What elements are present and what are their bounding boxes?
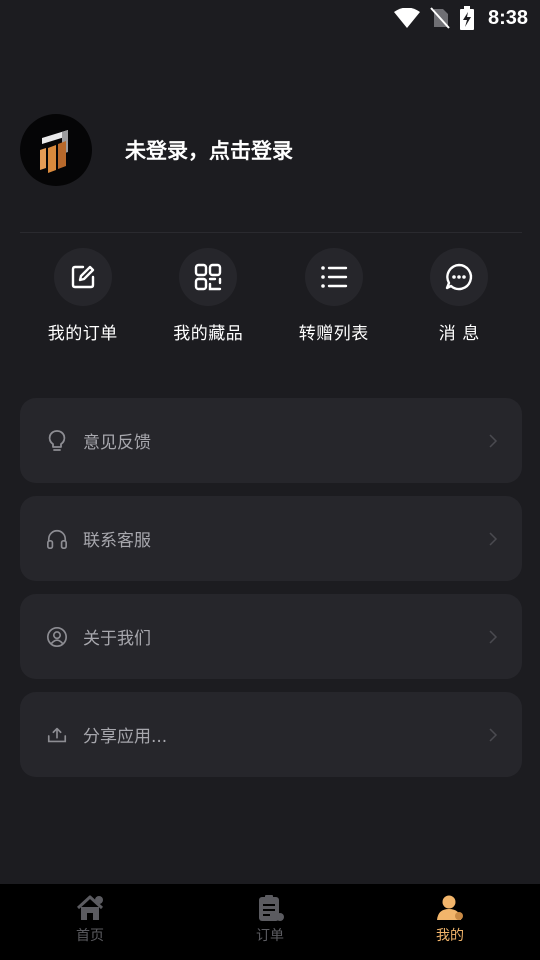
- my-collection-label: 我的藏品: [173, 324, 244, 344]
- quick-actions: 我的订单 我的藏品 转赠列表 消 息: [20, 248, 522, 344]
- feedback-item[interactable]: 意见反馈: [20, 398, 522, 483]
- chevron-right-icon: [488, 531, 498, 547]
- home-icon: [76, 895, 104, 920]
- login-prompt[interactable]: 未登录，点击登录: [125, 135, 293, 165]
- tab-orders[interactable]: 订单: [180, 884, 360, 960]
- list-icon: [304, 248, 363, 306]
- transfer-list-label: 转赠列表: [298, 324, 369, 344]
- my-collection-button[interactable]: 我的藏品: [146, 248, 272, 344]
- no-sim-icon: [430, 7, 450, 29]
- messages-button[interactable]: 消 息: [397, 248, 523, 344]
- tab-home-label: 首页: [76, 928, 104, 944]
- my-orders-label: 我的订单: [47, 324, 118, 344]
- about-us-label: 关于我们: [83, 629, 151, 649]
- tab-mine[interactable]: 我的: [360, 884, 540, 960]
- tab-orders-label: 订单: [256, 928, 284, 944]
- clipboard-icon: [259, 895, 284, 921]
- settings-menu: 意见反馈 联系客服 关于我们 分享应用...: [20, 398, 522, 790]
- battery-charging-icon: [459, 6, 474, 30]
- headphones-icon: [46, 528, 68, 550]
- share-app-label: 分享应用...: [83, 727, 168, 747]
- edit-icon: [53, 248, 112, 306]
- my-orders-button[interactable]: 我的订单: [20, 248, 146, 344]
- divider: [20, 232, 522, 233]
- status-bar: 8:38: [0, 0, 540, 36]
- grid-icon: [179, 248, 238, 306]
- contact-support-label: 联系客服: [83, 531, 151, 551]
- avatar[interactable]: [20, 114, 92, 186]
- contact-support-item[interactable]: 联系客服: [20, 496, 522, 581]
- tab-home[interactable]: 首页: [0, 884, 180, 960]
- tab-mine-label: 我的: [436, 928, 464, 944]
- chevron-right-icon: [488, 727, 498, 743]
- lightbulb-icon: [46, 429, 68, 452]
- chevron-right-icon: [488, 629, 498, 645]
- messages-label: 消 息: [438, 324, 480, 344]
- person-icon: [437, 895, 463, 920]
- bottom-tab-bar: 首页 订单 我的: [0, 884, 540, 960]
- wifi-icon: [393, 8, 420, 28]
- chevron-right-icon: [488, 433, 498, 449]
- about-us-item[interactable]: 关于我们: [20, 594, 522, 679]
- upload-icon: [46, 724, 68, 746]
- chat-icon: [430, 248, 489, 306]
- feedback-label: 意见反馈: [83, 433, 151, 453]
- transfer-list-button[interactable]: 转赠列表: [271, 248, 397, 344]
- user-circle-icon: [46, 626, 68, 648]
- profile-header[interactable]: 未登录，点击登录: [20, 114, 293, 186]
- status-time: 8:38: [487, 6, 528, 29]
- share-app-item[interactable]: 分享应用...: [20, 692, 522, 777]
- app-logo-icon: [40, 130, 68, 173]
